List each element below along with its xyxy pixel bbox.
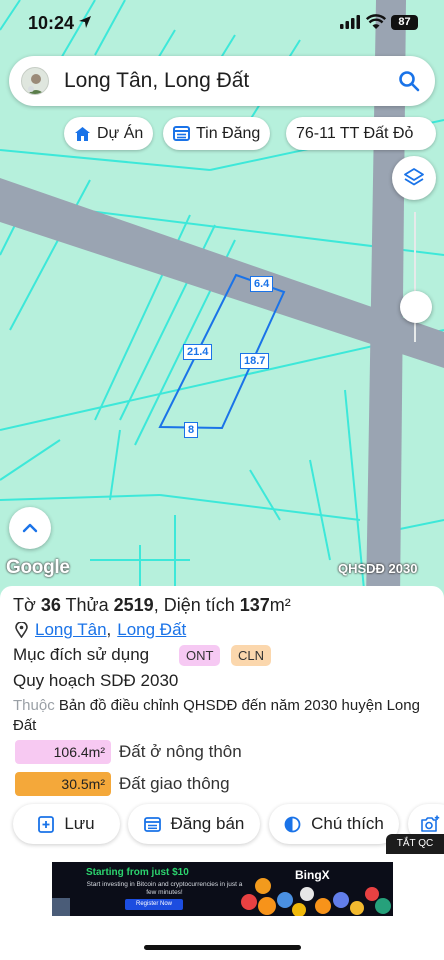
chip-label: Tin Đăng bbox=[196, 124, 261, 142]
location-link-commune[interactable]: Long Tân bbox=[35, 620, 107, 640]
plan-heading: Quy hoạch SDĐ 2030 bbox=[13, 671, 179, 690]
area-label: Đất giao thông bbox=[119, 774, 230, 793]
status-bar: 10:24 87 bbox=[0, 0, 444, 46]
plot-edge-label: 6.4 bbox=[250, 276, 274, 292]
app-screen: 10:24 87 Dự Án Tin Đăng 76-11 TT Đất Đỏ bbox=[0, 0, 444, 960]
house-icon bbox=[74, 126, 91, 142]
google-logo: Google bbox=[6, 557, 70, 578]
save-icon bbox=[38, 815, 55, 833]
plan-source: Thuộc Bản đồ điều chỉnh QHSDĐ đến năm 20… bbox=[13, 697, 420, 734]
search-bar[interactable] bbox=[9, 56, 435, 106]
area-value: 30.5m² bbox=[15, 772, 111, 796]
layers-icon bbox=[404, 168, 424, 186]
parcel-location: Long Tân, Long Đất bbox=[15, 620, 186, 640]
ad-headline: Starting from just $10 bbox=[86, 867, 189, 878]
legend-button[interactable]: Chú thích bbox=[269, 804, 399, 844]
search-icon[interactable] bbox=[397, 69, 421, 93]
map-view[interactable]: 10:24 87 Dự Án Tin Đăng 76-11 TT Đất Đỏ bbox=[0, 0, 444, 600]
post-listing-button[interactable]: Đăng bán bbox=[128, 804, 260, 844]
chip-du-an[interactable]: Dự Án bbox=[64, 117, 154, 150]
map-layer-tag: QHSDĐ 2030 bbox=[338, 561, 418, 576]
location-arrow-icon bbox=[79, 16, 91, 28]
parcel-info-sheet: Tờ 36 Thửa 2519, Diện tích 137m² Long Tâ… bbox=[0, 586, 444, 856]
ad-play-icon bbox=[52, 898, 70, 916]
chip-tin-dang[interactable]: Tin Đăng bbox=[163, 117, 271, 150]
avatar-image bbox=[27, 74, 45, 94]
plot-edge-label: 8 bbox=[184, 422, 199, 438]
save-button[interactable]: Lưu bbox=[13, 804, 120, 844]
battery-indicator: 87 bbox=[391, 15, 418, 30]
area-label: Đất ở nông thôn bbox=[119, 742, 242, 761]
opacity-slider-thumb[interactable] bbox=[400, 291, 432, 323]
ad-close-label[interactable]: TẮT QC bbox=[386, 834, 444, 854]
add-photo-icon bbox=[420, 815, 440, 833]
parcel-title: Tờ 36 Thửa 2519, Diện tích 137m² bbox=[13, 595, 291, 615]
area-value: 106.4m² bbox=[15, 740, 111, 764]
parcel-number: 2519 bbox=[113, 595, 154, 615]
expand-up-button[interactable] bbox=[9, 507, 51, 549]
wifi-icon bbox=[366, 14, 386, 29]
chip-label: Dự Án bbox=[97, 124, 144, 142]
avatar[interactable] bbox=[21, 67, 49, 95]
post-listing-icon bbox=[143, 816, 161, 832]
map-pin-icon bbox=[15, 622, 28, 638]
home-indicator[interactable] bbox=[144, 945, 301, 950]
area-row-residential: 106.4m² Đất ở nông thôn bbox=[15, 740, 242, 764]
layers-button[interactable] bbox=[392, 156, 436, 200]
purpose-tag-ont[interactable]: ONT bbox=[179, 645, 221, 666]
status-time: 10:24 bbox=[28, 13, 75, 33]
chip-label: 76-11 TT Đất Đỏ bbox=[296, 124, 414, 142]
sheet-number: 36 bbox=[40, 595, 61, 615]
area-row-transport: 30.5m² Đất giao thông bbox=[15, 772, 230, 796]
crypto-coins-icon bbox=[241, 878, 391, 916]
ad-register-button[interactable]: Register Now bbox=[125, 899, 183, 910]
chevron-up-icon bbox=[22, 523, 38, 533]
location-link-district[interactable]: Long Đất bbox=[117, 620, 186, 640]
chip-plan-code[interactable]: 76-11 TT Đất Đỏ bbox=[286, 117, 436, 150]
ad-subtext: Start investing in Bitcoin and cryptocur… bbox=[86, 881, 243, 896]
plot-edge-label: 21.4 bbox=[183, 344, 213, 360]
plot-edge-label: 18.7 bbox=[240, 353, 270, 369]
purpose-tag-cln[interactable]: CLN bbox=[231, 645, 272, 666]
purpose-label: Mục đích sử dụng bbox=[13, 645, 150, 664]
parcel-area: 137 bbox=[239, 595, 270, 615]
listing-icon bbox=[173, 126, 190, 141]
ad-banner[interactable]: Starting from just $10 Start investing i… bbox=[52, 862, 393, 916]
legend-icon bbox=[284, 816, 301, 833]
cellular-signal-icon bbox=[340, 15, 360, 29]
search-input[interactable] bbox=[64, 66, 384, 96]
